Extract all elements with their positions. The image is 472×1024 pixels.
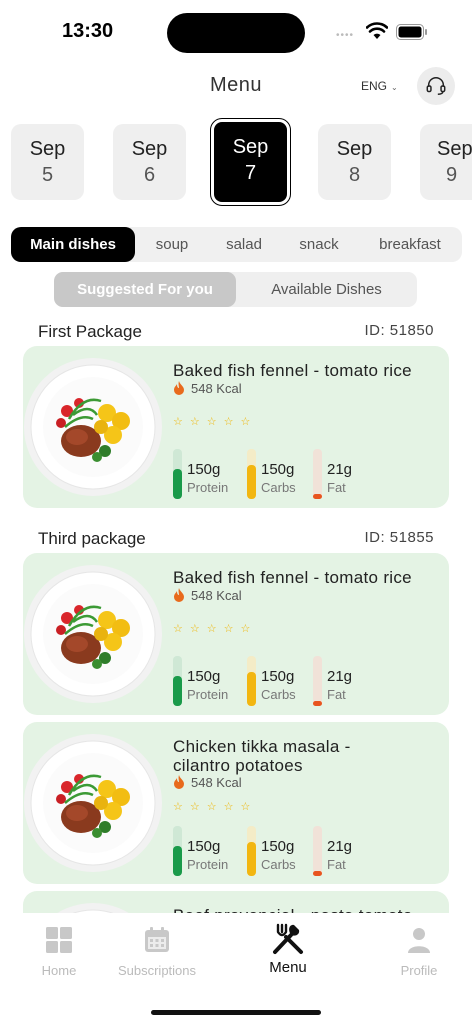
dish-name: Chicken tikka masala - cilantro potatoes xyxy=(173,737,351,775)
rating-stars[interactable]: ☆☆☆☆☆ xyxy=(173,800,257,813)
date-day: 6 xyxy=(143,164,156,186)
tab-soup[interactable]: soup xyxy=(142,227,202,262)
fat-value: 21g xyxy=(327,461,353,478)
chevron-down-icon: ⌄ xyxy=(391,83,398,92)
category-tabs: Main dishes soup salad snack breakfast xyxy=(11,227,462,262)
dish-card[interactable]: Chicken tikka masala - cilantro potatoes… xyxy=(23,722,449,884)
carbs-value: 150g xyxy=(261,461,295,478)
fat-label: Fat xyxy=(327,480,346,495)
protein-value: 150g xyxy=(187,838,221,855)
date-card[interactable]: Sep 9 xyxy=(420,124,472,200)
package-name: First Package xyxy=(38,322,142,341)
fat-label: Fat xyxy=(327,687,346,702)
date-day: 8 xyxy=(348,164,361,186)
grid-icon xyxy=(46,927,72,953)
page-title: Menu xyxy=(209,74,263,96)
person-icon xyxy=(408,928,430,953)
dish-image xyxy=(23,357,163,497)
carbs-label: Carbs xyxy=(261,857,296,872)
segment-available[interactable]: Available Dishes xyxy=(236,272,417,307)
bottom-tab-bar: Home Subscriptions Menu Profile xyxy=(0,913,472,1024)
tab-snack[interactable]: snack xyxy=(287,227,351,262)
kcal-value: 548 Kcal xyxy=(191,588,242,603)
calendar-icon xyxy=(145,927,169,952)
carbs-value: 150g xyxy=(261,668,295,685)
date-card[interactable]: Sep 8 xyxy=(318,124,391,200)
date-month: Sep xyxy=(232,136,269,158)
segment-suggested[interactable]: Suggested For you xyxy=(54,272,236,307)
dish-name: Baked fish fennel - tomato rice xyxy=(173,568,412,587)
protein-label: Protein xyxy=(187,687,229,702)
tab-label: Menu xyxy=(269,959,307,976)
tab-main-dishes[interactable]: Main dishes xyxy=(11,227,135,262)
carbs-label: Carbs xyxy=(261,480,296,495)
flame-icon xyxy=(173,775,185,789)
date-card[interactable]: Sep 5 xyxy=(11,124,84,200)
protein-value: 150g xyxy=(187,668,221,685)
fat-value: 21g xyxy=(327,668,353,685)
package-id: ID: 51855 xyxy=(364,529,434,546)
dish-image xyxy=(23,564,163,704)
dish-image xyxy=(23,733,163,873)
dish-calories: 548 Kcal xyxy=(173,381,242,396)
package-header: Third package ID: 51855 xyxy=(38,529,434,549)
tab-label: Subscriptions xyxy=(117,963,197,978)
home-indicator xyxy=(151,1010,321,1015)
dish-name: Baked fish fennel - tomato rice xyxy=(173,361,412,380)
language-label: ENG xyxy=(361,79,388,93)
rating-stars[interactable]: ☆☆☆☆☆ xyxy=(173,622,257,635)
fat-label: Fat xyxy=(327,857,346,872)
wifi-icon xyxy=(366,22,388,39)
dish-calories: 548 Kcal xyxy=(173,588,242,603)
dish-card[interactable]: Baked fish fennel - tomato rice 548 Kcal… xyxy=(23,553,449,715)
dish-calories: 548 Kcal xyxy=(173,775,242,790)
package-name: Third package xyxy=(38,529,146,548)
date-month: Sep xyxy=(131,138,168,160)
protein-label: Protein xyxy=(187,857,229,872)
package-id: ID: 51850 xyxy=(364,322,434,339)
kcal-value: 548 Kcal xyxy=(191,775,242,790)
tab-salad[interactable]: salad xyxy=(214,227,274,262)
support-button[interactable] xyxy=(417,67,455,105)
carbs-value: 150g xyxy=(261,838,295,855)
language-selector[interactable]: ENG ⌄ xyxy=(361,79,398,93)
date-card[interactable]: Sep 6 xyxy=(113,124,186,200)
date-card-selected[interactable]: Sep 7 xyxy=(210,118,291,206)
status-bar: 13:30 •••• xyxy=(0,0,472,64)
dish-filter-segmented: Suggested For you Available Dishes xyxy=(54,272,417,307)
date-month: Sep xyxy=(437,138,472,160)
tab-subscriptions[interactable]: Subscriptions xyxy=(98,913,216,978)
flame-icon xyxy=(173,381,185,395)
date-month: Sep xyxy=(336,138,373,160)
headset-icon xyxy=(426,77,446,95)
rating-stars[interactable]: ☆☆☆☆☆ xyxy=(173,415,257,428)
cellular-signal-icon: •••• xyxy=(336,30,355,41)
dish-card[interactable]: Baked fish fennel - tomato rice 548 Kcal… xyxy=(23,346,449,508)
package-header: First Package ID: 51850 xyxy=(38,322,434,342)
carbs-label: Carbs xyxy=(261,687,296,702)
dynamic-island xyxy=(167,13,305,53)
fork-knife-icon xyxy=(273,923,303,954)
tab-label: Profile xyxy=(400,963,438,978)
kcal-value: 548 Kcal xyxy=(191,381,242,396)
protein-label: Protein xyxy=(187,480,229,495)
date-day: 5 xyxy=(41,164,54,186)
tab-profile[interactable]: Profile xyxy=(360,913,472,978)
fat-value: 21g xyxy=(327,838,353,855)
tab-breakfast[interactable]: breakfast xyxy=(366,227,454,262)
date-month: Sep xyxy=(29,138,66,160)
date-day: 7 xyxy=(244,162,257,184)
status-time: 13:30 xyxy=(62,20,114,42)
tab-menu[interactable]: Menu xyxy=(229,913,347,976)
protein-value: 150g xyxy=(187,461,221,478)
flame-icon xyxy=(173,588,185,602)
battery-icon xyxy=(396,24,427,40)
date-day: 9 xyxy=(446,164,458,186)
